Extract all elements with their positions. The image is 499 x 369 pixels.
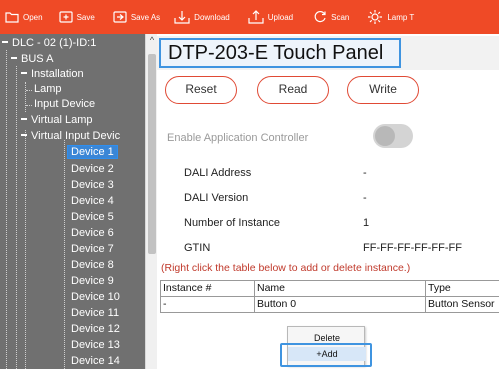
tree-device-3[interactable]: Device 3 [71, 178, 114, 193]
dali-version-label: DALI Version [184, 192, 249, 204]
tree-installation[interactable]: Installation [21, 67, 84, 82]
tree-device-label: Device 11 [71, 307, 120, 319]
tree-device-5[interactable]: Device 5 [71, 210, 114, 225]
tree-device-7[interactable]: Device 7 [71, 242, 114, 257]
scan-icon [314, 10, 326, 23]
upload-label: Upload [267, 12, 294, 22]
tree-input-device-label: Input Device [34, 98, 96, 110]
page-title: DTP-203-E Touch Panel [159, 38, 401, 68]
enable-app-controller-label: Enable Application Controller [167, 132, 309, 144]
read-button[interactable]: Read [257, 76, 329, 104]
tree-device-label: Device 2 [71, 163, 114, 175]
table-cell: - [160, 297, 254, 312]
tree-device-8[interactable]: Device 8 [71, 258, 114, 273]
tree-device-label: Device 7 [71, 243, 114, 255]
tree-device-label: Device 12 [71, 323, 120, 335]
lamp-icon [368, 10, 383, 24]
tree-device-1[interactable]: Device 1 [67, 145, 118, 160]
download-icon [174, 11, 190, 24]
tree-root[interactable]: DLC - 02 (1)-ID:1 [2, 36, 96, 51]
device-panel: DTP-203-E Touch Panel Reset Read Write E… [157, 34, 499, 369]
tree-bus-a-label: BUS A [21, 53, 54, 65]
collapse-icon [2, 41, 8, 44]
tree-virtual-input[interactable]: Virtual Input Devic [21, 129, 120, 144]
tree-device-4[interactable]: Device 4 [71, 194, 114, 209]
reset-button[interactable]: Reset [165, 76, 237, 104]
tree-device-14[interactable]: Device 14 [71, 354, 120, 369]
save-label: Save [76, 12, 95, 22]
table-row[interactable]: - Button 0 Button Sensor [160, 297, 499, 313]
download-button[interactable]: Download [174, 0, 230, 34]
open-button[interactable]: Open [5, 0, 43, 34]
toggle-knob [375, 126, 395, 146]
tree-device-label: Device 4 [71, 195, 114, 207]
toolbar: Open Save Save As Download Upload Scan L… [0, 0, 499, 34]
lamp-test-label: Lamp T [387, 12, 415, 22]
tree-device-11[interactable]: Device 11 [71, 306, 119, 321]
tree-device-label: Device 6 [71, 227, 114, 239]
save-icon [58, 11, 73, 23]
num-instance-value: 1 [363, 217, 370, 229]
save-as-button[interactable]: Save As [113, 0, 160, 34]
tree-input-device[interactable]: Input Device [34, 97, 95, 112]
tree-device-12[interactable]: Device 12 [71, 322, 120, 337]
tree-device-2[interactable]: Device 2 [71, 162, 114, 177]
tree-device-label: Device 14 [71, 355, 120, 367]
folder-icon [5, 12, 19, 23]
gtin-label: GTIN [184, 242, 211, 254]
instance-table[interactable]: Instance # Name Type - Button 0 Button S… [160, 280, 499, 313]
enable-app-controller-toggle[interactable] [373, 124, 413, 148]
save-button[interactable]: Save [58, 0, 95, 34]
tree-device-label: Device 13 [71, 339, 120, 351]
column-header: Type [425, 281, 499, 296]
tree-device-label: Device 9 [71, 275, 114, 287]
lamp-test-button[interactable]: Lamp T [367, 0, 414, 34]
tree-root-label: DLC - 02 (1)-ID:1 [12, 37, 97, 49]
table-header: Instance # Name Type [160, 281, 499, 297]
dali-address-value: - [363, 167, 367, 179]
sidebar-scrollbar[interactable]: ^ [145, 34, 157, 369]
save-as-label: Save As [130, 12, 161, 22]
save-as-icon [113, 11, 127, 23]
tree-device-label: Device 1 [67, 145, 118, 159]
upload-button[interactable]: Upload [248, 0, 293, 34]
tree-virtual-lamp[interactable]: Virtual Lamp [21, 113, 93, 128]
collapse-icon [21, 118, 27, 121]
instance-hint: (Right click the table below to add or d… [161, 262, 411, 274]
gtin-value: FF-FF-FF-FF-FF-FF [363, 242, 462, 254]
table-cell: Button Sensor [425, 297, 499, 312]
tree-device-label: Device 5 [71, 211, 114, 223]
scan-button[interactable]: Scan [313, 0, 349, 34]
write-button[interactable]: Write [347, 76, 419, 104]
collapse-icon [11, 57, 17, 60]
num-instance-label: Number of Instance [184, 217, 280, 229]
tree-virtual-input-label: Virtual Input Devic [31, 130, 121, 142]
tree-lamp-label: Lamp [34, 83, 62, 95]
tree-device-label: Device 3 [71, 179, 114, 191]
tree-bus-a[interactable]: BUS A [11, 52, 53, 67]
dali-address-label: DALI Address [184, 167, 252, 179]
collapse-icon [21, 72, 27, 75]
download-label: Download [194, 12, 230, 22]
tree-device-9[interactable]: Device 9 [71, 274, 114, 289]
tree-installation-label: Installation [31, 68, 84, 80]
dali-version-value: - [363, 192, 367, 204]
tree-device-10[interactable]: Device 10 [71, 290, 120, 305]
tree-device-6[interactable]: Device 6 [71, 226, 114, 241]
collapse-icon [21, 134, 27, 137]
open-label: Open [23, 12, 43, 22]
upload-icon [248, 10, 264, 24]
column-header: Name [254, 281, 425, 296]
tree-device-13[interactable]: Device 13 [71, 338, 120, 353]
table-cell: Button 0 [254, 297, 425, 312]
add-highlight-box [280, 343, 372, 367]
column-header: Instance # [160, 281, 254, 296]
tree-lamp[interactable]: Lamp [34, 82, 62, 97]
tree-device-label: Device 10 [71, 291, 120, 303]
scan-label: Scan [331, 12, 350, 22]
tree-device-label: Device 8 [71, 259, 114, 271]
scrollbar-thumb[interactable] [148, 54, 156, 254]
tree-virtual-lamp-label: Virtual Lamp [31, 114, 93, 126]
